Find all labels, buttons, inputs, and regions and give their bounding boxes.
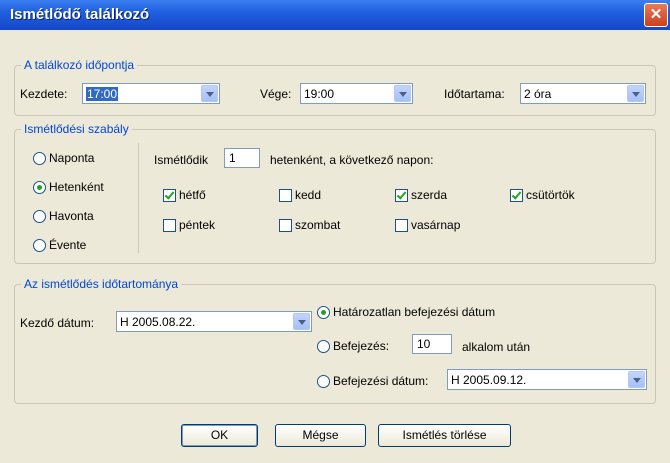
close-icon[interactable]: ✕ — [644, 3, 668, 27]
end-time-label: Vége: — [260, 87, 292, 101]
radio-circle[interactable] — [317, 305, 330, 319]
checkbox-wednesday[interactable]: szerda — [395, 188, 447, 202]
radio-circle[interactable] — [317, 339, 330, 353]
group-legend: A találkozó időpontja — [24, 58, 135, 72]
group-legend: Az ismétlődés időtartománya — [24, 277, 179, 291]
checkbox-monday[interactable]: hétfő — [163, 188, 206, 202]
checkbox-label: szombat — [295, 218, 341, 232]
end-by-date-value: H 2005.09.12. — [451, 373, 527, 387]
radio-daily[interactable]: Naponta — [33, 151, 94, 165]
checkbox-saturday[interactable]: szombat — [279, 218, 340, 232]
radio-monthly[interactable]: Havonta — [33, 209, 94, 223]
checkbox-label: szerda — [411, 188, 448, 202]
cancel-button[interactable]: Mégse — [275, 424, 366, 447]
radio-circle[interactable] — [317, 374, 330, 388]
checkbox-thursday[interactable]: csütörtök — [510, 188, 575, 202]
recur-suffix-label: hetenként, a következő napon: — [270, 153, 434, 167]
ok-button[interactable]: OK — [181, 424, 258, 447]
dialog-body: A találkozó időpontja Kezdete: 17:00 Vég… — [4, 30, 666, 459]
radio-circle[interactable] — [33, 209, 46, 223]
radio-label: Hetenként — [49, 180, 104, 194]
radio-weekly[interactable]: Hetenként — [33, 180, 104, 194]
recur-weeks-value: 1 — [229, 151, 236, 165]
checkbox-box[interactable] — [395, 188, 408, 202]
radio-label: Évente — [49, 238, 87, 252]
chevron-down-icon[interactable] — [293, 313, 310, 330]
end-time-value: 19:00 — [304, 87, 335, 101]
checkbox-friday[interactable]: péntek — [163, 218, 215, 232]
checkbox-label: vasárnap — [411, 218, 461, 232]
chevron-down-icon[interactable] — [627, 85, 644, 102]
title-bar[interactable]: Ismétlődő találkozó ✕ — [0, 0, 670, 30]
duration-combo[interactable]: 2 óra — [520, 83, 646, 104]
radio-label: Határozatlan befejezési dátum — [333, 305, 496, 319]
checkbox-box[interactable] — [279, 188, 292, 202]
radio-no-end-date[interactable]: Határozatlan befejezési dátum — [317, 305, 495, 319]
radio-circle[interactable] — [33, 180, 46, 194]
chevron-down-icon[interactable] — [628, 371, 645, 388]
radio-label: Befejezési dátum: — [333, 374, 429, 388]
vertical-divider — [138, 143, 139, 253]
start-time-combo[interactable]: 17:00 — [82, 83, 220, 104]
dialog-window: Ismétlődő találkozó ✕ A találkozó időpon… — [0, 0, 670, 463]
range-start-label: Kezdő dátum: — [20, 316, 95, 330]
group-legend: Ismétlődési szabály — [24, 122, 129, 136]
occurrences-input[interactable]: 10 — [412, 334, 452, 354]
window-title: Ismétlődő találkozó — [10, 6, 150, 23]
checkbox-label: péntek — [179, 218, 216, 232]
radio-circle[interactable] — [33, 238, 46, 252]
end-by-date-combo[interactable]: H 2005.09.12. — [447, 369, 647, 390]
checkbox-box[interactable] — [510, 188, 523, 202]
checkbox-box[interactable] — [163, 218, 176, 232]
radio-label: Naponta — [49, 151, 95, 165]
checkbox-box[interactable] — [395, 218, 408, 232]
start-time-value: 17:00 — [86, 87, 119, 101]
chevron-down-icon[interactable] — [394, 85, 411, 102]
duration-label: Időtartama: — [444, 87, 505, 101]
duration-value: 2 óra — [524, 87, 552, 101]
radio-circle[interactable] — [33, 151, 46, 165]
checkbox-label: kedd — [295, 188, 322, 202]
start-time-label: Kezdete: — [20, 87, 68, 101]
occurrences-suffix: alkalom után — [462, 340, 531, 354]
recur-every-label: Ismétlődik — [154, 153, 209, 167]
range-start-value: H 2005.08.22. — [120, 315, 196, 329]
radio-yearly[interactable]: Évente — [33, 238, 86, 252]
radio-label: Befejezés: — [333, 339, 390, 353]
end-time-combo[interactable]: 19:00 — [300, 83, 413, 104]
recur-weeks-input[interactable]: 1 — [224, 148, 260, 168]
checkbox-box[interactable] — [279, 218, 292, 232]
radio-label: Havonta — [49, 209, 94, 223]
radio-end-by-date[interactable]: Befejezési dátum: — [317, 374, 428, 388]
radio-end-after[interactable]: Befejezés: — [317, 339, 389, 353]
range-start-combo[interactable]: H 2005.08.22. — [116, 311, 312, 332]
checkbox-sunday[interactable]: vasárnap — [395, 218, 460, 232]
occurrences-value: 10 — [417, 337, 431, 351]
checkbox-label: hétfő — [179, 188, 206, 202]
checkbox-tuesday[interactable]: kedd — [279, 188, 321, 202]
checkbox-label: csütörtök — [526, 188, 575, 202]
checkbox-box[interactable] — [163, 188, 176, 202]
chevron-down-icon[interactable] — [201, 85, 218, 102]
remove-recurrence-button[interactable]: Ismétlés törlése — [378, 424, 511, 447]
